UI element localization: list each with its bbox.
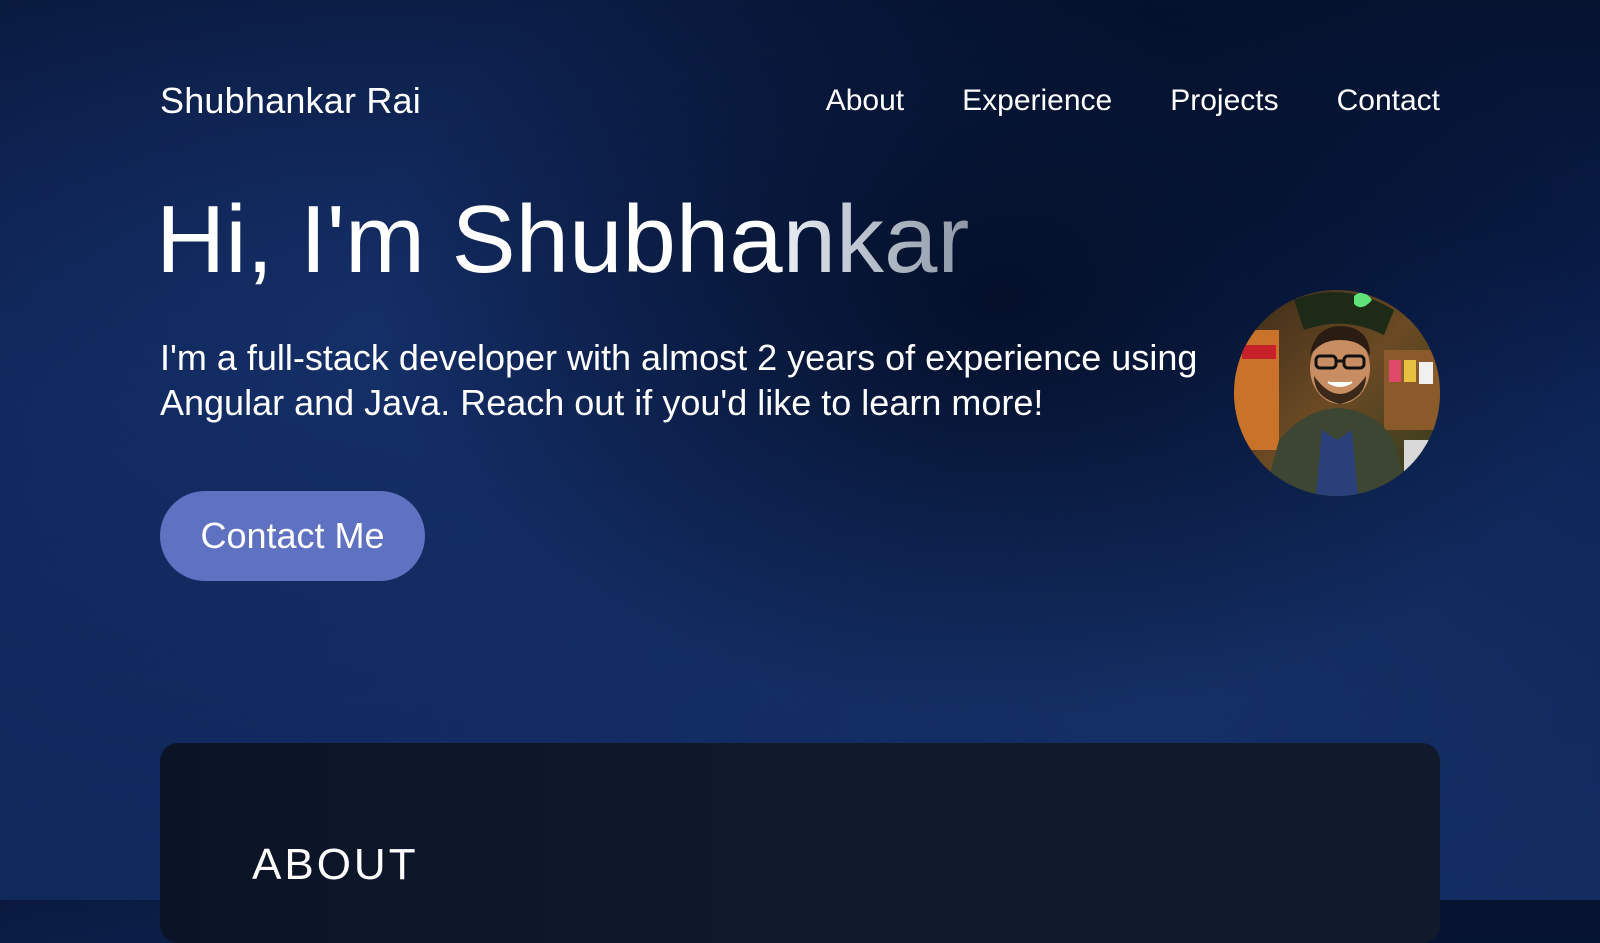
hero-description: I'm a full-stack developer with almost 2… (160, 337, 1198, 423)
hero-title: Hi, I'm Shubhankar (156, 190, 969, 290)
nav-link-about[interactable]: About (826, 84, 904, 118)
brand-name[interactable]: Shubhankar Rai (160, 80, 421, 122)
nav-link-contact[interactable]: Contact (1337, 84, 1440, 118)
navbar: Shubhankar Rai About Experience Projects… (160, 76, 1440, 126)
nav-link-experience[interactable]: Experience (962, 84, 1112, 118)
profile-photo (1234, 290, 1440, 496)
nav-links: About Experience Projects Contact (826, 84, 1440, 118)
contact-me-button[interactable]: Contact Me (160, 491, 425, 581)
about-heading: ABOUT (252, 840, 419, 889)
profile-avatar (1234, 290, 1440, 496)
hero-title-typing: nkar (782, 186, 970, 293)
nav-link-projects[interactable]: Projects (1170, 84, 1278, 118)
hero-title-solid: Hi, I'm Shubha (156, 186, 783, 293)
